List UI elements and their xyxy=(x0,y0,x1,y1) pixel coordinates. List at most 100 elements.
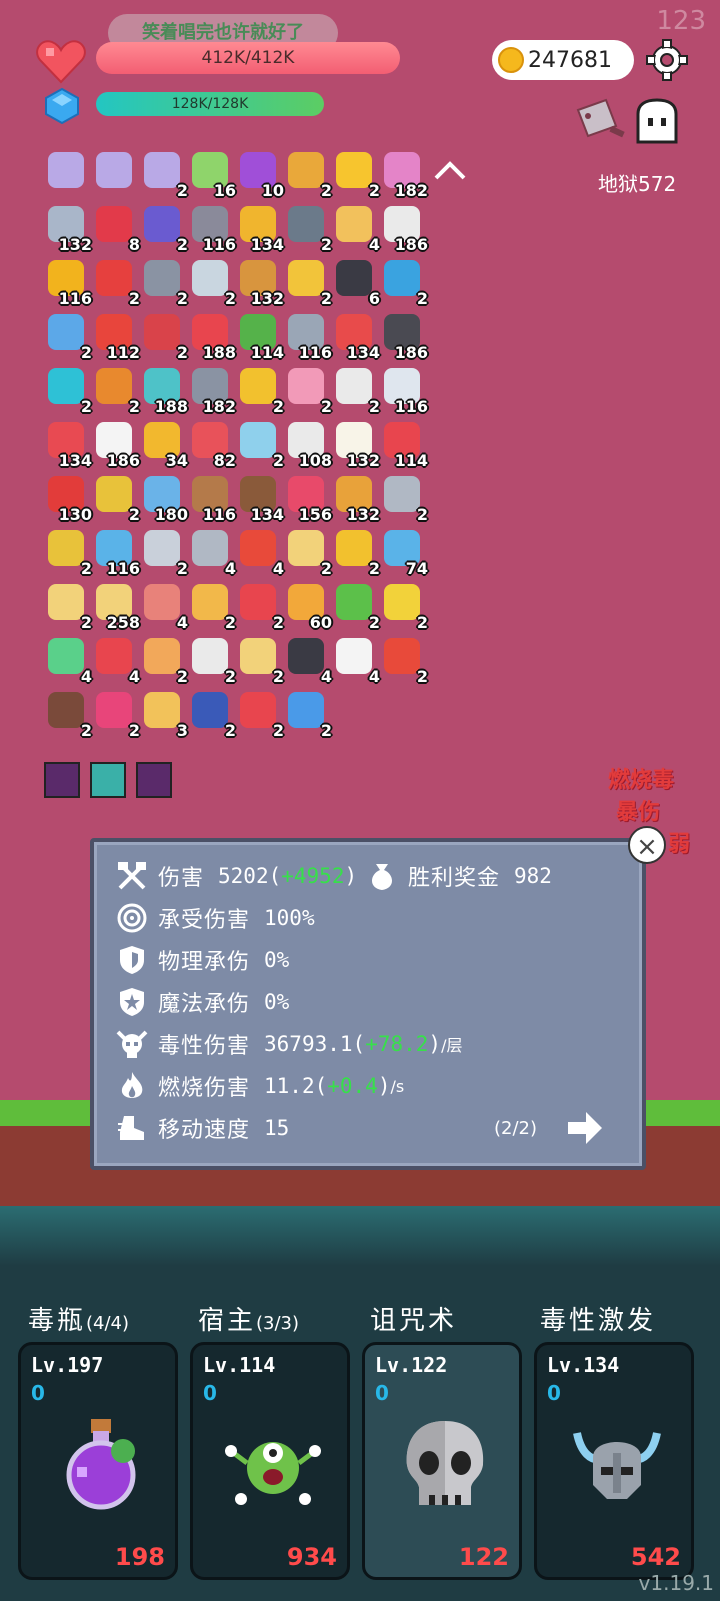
inventory-item[interactable]: 116 xyxy=(380,366,428,416)
inventory-item[interactable]: 2 xyxy=(236,690,284,740)
inventory-item[interactable]: 134 xyxy=(236,204,284,254)
item-count: 2 xyxy=(320,235,332,254)
inventory-item[interactable]: 2 xyxy=(140,312,188,362)
inventory-item[interactable]: 2 xyxy=(44,582,92,632)
inventory-item[interactable]: 4 xyxy=(44,636,92,686)
inventory-item[interactable]: 2 xyxy=(236,420,284,470)
inventory-item[interactable]: 2 xyxy=(44,690,92,740)
inventory-item[interactable]: 134 xyxy=(44,420,92,470)
inventory-item[interactable]: 2 xyxy=(380,582,428,632)
close-button[interactable]: × xyxy=(628,826,666,864)
inventory-item[interactable]: 2 xyxy=(284,258,332,308)
arrow-right-icon[interactable] xyxy=(566,1110,604,1146)
equipment-slot[interactable] xyxy=(90,762,126,798)
inventory-item[interactable]: 4 xyxy=(236,528,284,578)
inventory-item[interactable]: 2 xyxy=(236,636,284,686)
chevron-up-icon[interactable] xyxy=(432,158,468,182)
inventory-item[interactable]: 114 xyxy=(380,420,428,470)
inventory-item[interactable]: 82 xyxy=(188,420,236,470)
inventory-item[interactable]: 134 xyxy=(332,312,380,362)
inventory-item[interactable]: 10 xyxy=(236,150,284,200)
inventory-item[interactable]: 116 xyxy=(92,528,140,578)
skill-card[interactable]: Lv.114 0 934 xyxy=(190,1342,350,1580)
inventory-item[interactable]: 6 xyxy=(332,258,380,308)
inventory-item[interactable]: 2 xyxy=(92,258,140,308)
inventory-item[interactable]: 130 xyxy=(44,474,92,524)
inventory-item[interactable]: 132 xyxy=(332,420,380,470)
inventory-item[interactable]: 2 xyxy=(284,204,332,254)
inventory-item[interactable]: 4 xyxy=(140,582,188,632)
inventory-item[interactable]: 2 xyxy=(188,636,236,686)
inventory-item[interactable] xyxy=(92,150,138,200)
inventory-item[interactable]: 2 xyxy=(284,150,332,200)
inventory-item[interactable]: 34 xyxy=(140,420,188,470)
inventory-item[interactable]: 182 xyxy=(188,366,236,416)
inventory-item[interactable]: 116 xyxy=(44,258,92,308)
inventory-item[interactable]: 132 xyxy=(44,204,92,254)
inventory-item[interactable]: 186 xyxy=(92,420,140,470)
inventory-item[interactable]: 2 xyxy=(140,636,188,686)
inventory-item[interactable]: 182 xyxy=(380,150,428,200)
inventory-item[interactable]: 2 xyxy=(44,528,92,578)
inventory-item[interactable]: 60 xyxy=(284,582,332,632)
equipment-slot[interactable] xyxy=(44,762,80,798)
inventory-item[interactable]: 2 xyxy=(140,258,188,308)
skill-card[interactable]: Lv.134 0 542 xyxy=(534,1342,694,1580)
inventory-item[interactable]: 2 xyxy=(380,636,428,686)
inventory-item[interactable]: 116 xyxy=(188,474,236,524)
inventory-item[interactable]: 2 xyxy=(92,474,140,524)
inventory-item[interactable]: 2 xyxy=(44,366,92,416)
inventory-item[interactable]: 2 xyxy=(92,690,140,740)
inventory-item[interactable]: 116 xyxy=(188,204,236,254)
ghost-icon[interactable] xyxy=(632,98,682,148)
inventory-item[interactable]: 112 xyxy=(92,312,140,362)
inventory-item[interactable]: 2 xyxy=(140,528,188,578)
inventory-item[interactable]: 108 xyxy=(284,420,332,470)
inventory-item[interactable]: 156 xyxy=(284,474,332,524)
inventory-item[interactable]: 2 xyxy=(92,366,140,416)
inventory-item[interactable]: 2 xyxy=(332,366,380,416)
inventory-item[interactable]: 114 xyxy=(236,312,284,362)
inventory-item[interactable]: 74 xyxy=(380,528,428,578)
inventory-item[interactable]: 2 xyxy=(380,258,428,308)
equipment-slot[interactable] xyxy=(136,762,172,798)
inventory-item[interactable]: 132 xyxy=(236,258,284,308)
inventory-item[interactable]: 2 xyxy=(332,528,380,578)
inventory-item[interactable]: 2 xyxy=(380,474,428,524)
inventory-item[interactable]: 2 xyxy=(44,312,92,362)
inventory-item[interactable]: 186 xyxy=(380,312,428,362)
inventory-item[interactable]: 188 xyxy=(188,312,236,362)
inventory-item[interactable]: 180 xyxy=(140,474,188,524)
gear-icon[interactable] xyxy=(645,38,689,82)
inventory-item[interactable]: 16 xyxy=(188,150,236,200)
inventory-item[interactable]: 2 xyxy=(188,690,236,740)
inventory-item[interactable]: 4 xyxy=(332,636,380,686)
inventory-item[interactable]: 4 xyxy=(332,204,380,254)
skill-card[interactable]: Lv.197 0 198 xyxy=(18,1342,178,1580)
inventory-item[interactable]: 2 xyxy=(140,150,188,200)
inventory-item[interactable]: 4 xyxy=(92,636,140,686)
inventory-item[interactable]: 4 xyxy=(188,528,236,578)
inventory-item[interactable]: 2 xyxy=(332,582,380,632)
cleaver-icon[interactable] xyxy=(572,96,628,144)
inventory-item[interactable]: 186 xyxy=(380,204,428,254)
inventory-item[interactable]: 2 xyxy=(284,528,332,578)
inventory-item[interactable]: 2 xyxy=(188,582,236,632)
inventory-item[interactable]: 4 xyxy=(284,636,332,686)
inventory-item[interactable] xyxy=(44,150,90,200)
inventory-item[interactable]: 132 xyxy=(332,474,380,524)
inventory-item[interactable]: 2 xyxy=(332,150,380,200)
inventory-item[interactable]: 3 xyxy=(140,690,188,740)
inventory-item[interactable]: 134 xyxy=(236,474,284,524)
skill-card[interactable]: Lv.122 0 122 xyxy=(362,1342,522,1580)
inventory-item[interactable]: 2 xyxy=(284,690,332,740)
inventory-item[interactable]: 2 xyxy=(188,258,236,308)
inventory-item[interactable]: 116 xyxy=(284,312,332,362)
inventory-item[interactable]: 8 xyxy=(92,204,140,254)
inventory-item[interactable]: 2 xyxy=(140,204,188,254)
inventory-item[interactable]: 2 xyxy=(236,582,284,632)
inventory-item[interactable]: 258 xyxy=(92,582,140,632)
inventory-item[interactable]: 2 xyxy=(236,366,284,416)
inventory-item[interactable]: 188 xyxy=(140,366,188,416)
inventory-item[interactable]: 2 xyxy=(284,366,332,416)
